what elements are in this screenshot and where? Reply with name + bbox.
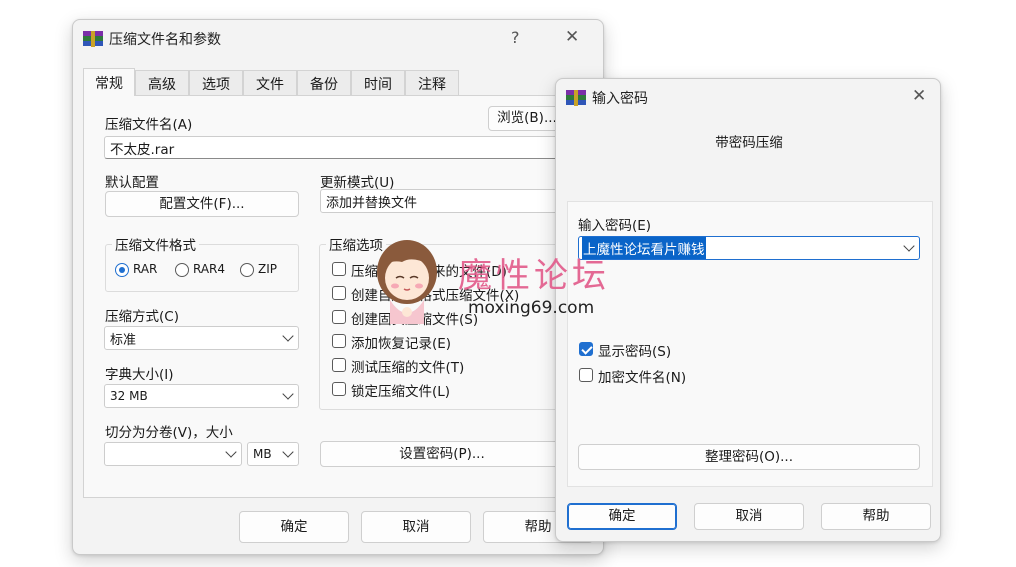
profiles-button[interactable]: 配置文件(F)... (105, 191, 299, 217)
chevron-down-icon (282, 388, 294, 400)
watermark-mascot (372, 234, 442, 326)
format-zip-radio[interactable] (240, 263, 254, 277)
default-profile-label: 默认配置 (105, 175, 159, 191)
watermark-url: moxing69.com (468, 298, 595, 318)
update-mode-label: 更新模式(U) (320, 175, 395, 191)
update-mode-value: 添加并替换文件 (326, 195, 418, 211)
organize-passwords-button[interactable]: 整理密码(O)... (578, 444, 920, 470)
winrar-icon (83, 31, 103, 47)
option-recovery-checkbox[interactable] (332, 334, 346, 348)
dictionary-size-label: 字典大小(I) (105, 367, 174, 383)
password-help-button[interactable]: 帮助 (821, 503, 931, 530)
password-dialog-title: 输入密码 (592, 91, 648, 107)
tab-advanced[interactable]: 高级 (135, 70, 189, 96)
tab-options[interactable]: 选项 (189, 70, 243, 96)
encrypt-names-checkbox[interactable] (579, 368, 593, 382)
archive-name-input[interactable]: 不太皮.rar (104, 136, 564, 159)
winrar-icon (566, 90, 586, 106)
compression-method-value: 标准 (110, 332, 137, 348)
close-icon[interactable]: ✕ (565, 27, 579, 47)
help-icon[interactable]: ? (511, 28, 520, 47)
encrypt-names-label: 加密文件名(N) (598, 370, 687, 386)
password-dialog: 输入密码 ✕ 带密码压缩 输入密码(E) 上魔性论坛看片赚钱 显示密码(S) 加… (555, 78, 941, 542)
chevron-down-icon (282, 446, 294, 458)
password-label: 输入密码(E) (578, 218, 652, 234)
format-rar-radio[interactable] (115, 263, 129, 277)
chevron-down-icon (903, 240, 915, 252)
password-heading: 带密码压缩 (715, 135, 783, 151)
split-unit-value: MB (253, 447, 272, 461)
password-input[interactable]: 上魔性论坛看片赚钱 (578, 236, 920, 260)
archive-dialog-titlebar[interactable]: 压缩文件名和参数 ? ✕ (73, 20, 603, 56)
ok-button[interactable]: 确定 (239, 511, 349, 543)
watermark-text: 魔性论坛 (458, 256, 610, 296)
tab-backup[interactable]: 备份 (297, 70, 351, 96)
split-size-select[interactable] (104, 442, 242, 466)
mascot-icon (377, 240, 437, 324)
format-rar4-label: RAR4 (193, 262, 226, 276)
show-password-checkbox[interactable] (579, 342, 593, 356)
option-test-label: 测试压缩的文件(T) (351, 360, 465, 376)
password-cancel-button[interactable]: 取消 (694, 503, 804, 530)
option-solid-checkbox[interactable] (332, 310, 346, 324)
tab-files[interactable]: 文件 (243, 70, 297, 96)
chevron-down-icon (225, 446, 237, 458)
format-zip-label: ZIP (258, 262, 277, 276)
set-password-button[interactable]: 设置密码(P)... (320, 441, 564, 467)
option-sfx-checkbox[interactable] (332, 286, 346, 300)
option-test-checkbox[interactable] (332, 358, 346, 372)
option-recovery-label: 添加恢复记录(E) (351, 336, 452, 352)
format-rar-label: RAR (133, 262, 158, 276)
chevron-down-icon (282, 330, 294, 342)
compression-method-select[interactable]: 标准 (104, 326, 299, 350)
cancel-button[interactable]: 取消 (361, 511, 471, 543)
option-lock-checkbox[interactable] (332, 382, 346, 396)
tab-general[interactable]: 常规 (83, 68, 135, 96)
archive-dialog-title: 压缩文件名和参数 (109, 32, 221, 48)
update-mode-select[interactable]: 添加并替换文件 (320, 189, 564, 213)
password-dialog-titlebar[interactable]: 输入密码 ✕ (556, 79, 940, 115)
close-icon[interactable]: ✕ (912, 86, 926, 106)
password-ok-button[interactable]: 确定 (567, 503, 677, 530)
compression-method-label: 压缩方式(C) (105, 309, 179, 325)
show-password-label: 显示密码(S) (598, 344, 672, 360)
tab-time[interactable]: 时间 (351, 70, 405, 96)
dictionary-size-value: 32 MB (110, 389, 148, 403)
split-volumes-label: 切分为分卷(V)，大小 (105, 425, 233, 441)
tab-comment[interactable]: 注释 (405, 70, 459, 96)
format-rar4-radio[interactable] (175, 263, 189, 277)
dictionary-size-select[interactable]: 32 MB (104, 384, 299, 408)
option-lock-label: 锁定压缩文件(L) (351, 384, 451, 400)
archive-name-label: 压缩文件名(A) (105, 117, 193, 133)
split-unit-select[interactable]: MB (247, 442, 299, 466)
archive-format-label: 压缩文件格式 (112, 234, 199, 254)
option-delete-after-checkbox[interactable] (332, 262, 346, 276)
